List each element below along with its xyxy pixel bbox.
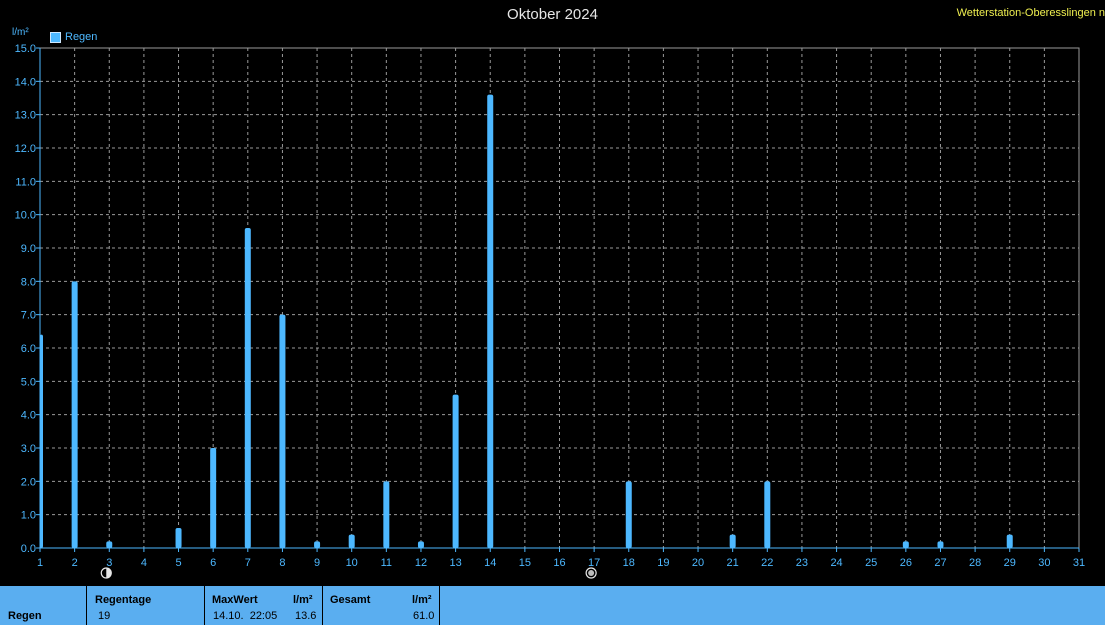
x-tick-label: 21 [727,557,739,569]
gesamt-panel: Gesamt l/m² 61.0 [323,586,439,625]
summary-row-label-panel: Regen [0,586,86,625]
rain-bar [244,228,251,548]
x-tick-label: 12 [415,557,427,569]
x-tick-label: 10 [346,557,358,569]
rain-bar [210,448,217,548]
x-tick-label: 9 [314,557,320,569]
y-tick-label: 13.0 [15,110,36,122]
x-tick-label: 22 [761,557,773,569]
x-tick-label: 13 [449,557,461,569]
rain-bar [383,481,390,548]
summary-row-label: Regen [8,610,42,622]
maxwert-label: MaxWert [212,594,258,606]
x-tick-label: 18 [623,557,635,569]
regentage-label: Regentage [95,594,152,606]
rain-bar [71,281,78,548]
x-tick-label: 17 [588,557,600,569]
rain-bar [175,528,182,548]
rain-bar [348,534,355,548]
x-tick-label: 1 [37,557,43,569]
x-tick-label: 16 [553,557,565,569]
regentage-value: 19 [98,610,111,622]
gesamt-value: 61.0 [413,610,435,622]
x-tick-label: 3 [106,557,112,569]
x-tick-label: 15 [519,557,531,569]
gesamt-label: Gesamt [330,594,371,606]
y-tick-label: 5.0 [21,376,36,388]
x-tick-label: 11 [381,557,392,569]
y-tick-label: 3.0 [21,443,36,455]
x-tick-label: 31 [1073,557,1085,569]
maxwert-value: 13.6 [295,610,317,622]
x-tick-label: 19 [657,557,669,569]
maxwert-unit: l/m² [293,594,313,606]
chart-title: Oktober 2024 [507,6,598,23]
rain-bar [452,394,459,548]
rain-bar [487,94,494,549]
y-axis-unit: l/m² [12,27,29,38]
rain-bar [937,541,944,548]
x-tick-label: 24 [830,557,842,569]
rain-bar [625,481,632,548]
x-tick-label: 20 [692,557,704,569]
rain-bar [106,541,113,548]
maxwert-panel: MaxWert l/m² 14.10. 22:05 13.6 [205,586,322,625]
rain-chart: 0.01.02.03.04.05.06.07.08.09.010.011.012… [15,43,1085,579]
x-tick-label: 6 [210,557,216,569]
y-tick-label: 6.0 [21,343,36,355]
y-tick-label: 14.0 [15,76,36,88]
legend-label: Regen [65,31,98,43]
y-tick-label: 4.0 [21,410,36,422]
moon-fill [588,570,595,576]
x-tick-label: 14 [484,557,496,569]
rain-bar [314,541,321,548]
regentage-panel: Regentage 19 [87,586,204,625]
x-tick-label: 29 [1004,557,1016,569]
x-tick-label: 30 [1038,557,1050,569]
maxwert-date: 14.10. 22:05 [213,610,278,622]
x-tick-label: 7 [245,557,251,569]
x-tick-label: 23 [796,557,808,569]
rain-bar [729,534,736,548]
gesamt-unit: l/m² [412,594,432,606]
y-tick-label: 9.0 [21,243,36,255]
x-tick-label: 25 [865,557,877,569]
legend: Regen [50,31,97,43]
legend-swatch [50,31,61,43]
y-tick-label: 15.0 [15,43,36,55]
x-tick-label: 5 [175,557,181,569]
x-tick-label: 4 [141,557,147,569]
y-tick-label: 12.0 [15,143,36,155]
y-tick-label: 8.0 [21,276,36,288]
summary-empty-panel [440,586,1105,625]
y-tick-label: 1.0 [21,510,36,522]
y-tick-label: 0.0 [21,543,36,555]
x-tick-label: 8 [279,557,285,569]
station-name: Wetterstation-Oberesslingen n [956,7,1105,19]
rain-bar [40,334,43,548]
x-tick-label: 2 [72,557,78,569]
summary-bar: Regen Regentage 19 MaxWert l/m² 14.10. 2… [0,585,1105,625]
rain-bar [1006,534,1013,548]
x-tick-label: 26 [900,557,912,569]
rain-bar [417,541,424,548]
y-tick-label: 10.0 [15,210,36,222]
x-tick-label: 27 [934,557,946,569]
rain-bar [764,481,771,548]
y-tick-label: 7.0 [21,310,36,322]
y-tick-label: 11.0 [15,176,36,188]
y-tick-label: 2.0 [21,476,36,488]
rain-bar [279,314,286,548]
rain-bar [902,541,909,548]
x-tick-label: 28 [969,557,981,569]
